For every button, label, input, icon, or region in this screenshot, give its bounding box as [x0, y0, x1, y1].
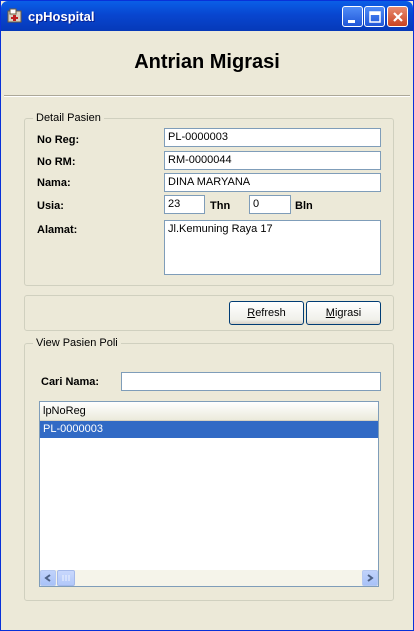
nama-label: Nama: — [37, 177, 71, 189]
view-pasien-legend: View Pasien Poli — [33, 337, 121, 349]
scroll-right-button[interactable] — [362, 570, 378, 586]
list-item[interactable]: PL-0000003 — [40, 421, 378, 438]
page-title: Antrian Migrasi — [134, 51, 280, 73]
minimize-button[interactable] — [342, 6, 363, 27]
close-icon — [393, 12, 403, 22]
header-panel: Antrian Migrasi — [4, 31, 410, 96]
nama-field[interactable]: DINA MARYANA — [164, 173, 381, 192]
alamat-label: Alamat: — [37, 224, 78, 236]
cari-nama-label: Cari Nama: — [41, 376, 100, 388]
grip-icon — [62, 575, 70, 581]
scroll-left-button[interactable] — [40, 570, 56, 586]
column-header-label: lpNoReg — [43, 405, 86, 417]
chevron-left-icon — [44, 574, 51, 582]
no-rm-field[interactable]: RM-0000044 — [164, 151, 381, 170]
migrasi-accel: M — [325, 307, 335, 319]
scroll-thumb[interactable] — [57, 570, 75, 586]
hospital-app-icon[interactable] — [7, 8, 23, 24]
usia-label: Usia: — [37, 200, 64, 212]
column-header-lpnoreg[interactable]: lpNoReg — [40, 402, 378, 422]
list-item-cell: PL-0000003 — [43, 423, 103, 435]
migrasi-label: igrasi — [334, 307, 362, 319]
minimize-icon — [348, 20, 355, 23]
maximize-icon — [369, 11, 381, 23]
maximize-button[interactable] — [364, 6, 385, 27]
refresh-button[interactable]: Refresh — [229, 301, 304, 325]
header-divider — [4, 96, 410, 97]
no-reg-field[interactable]: PL-0000003 — [164, 128, 381, 147]
detail-pasien-legend: Detail Pasien — [33, 112, 104, 124]
migrasi-button[interactable]: Migrasi — [306, 301, 381, 325]
title-bar[interactable]: cpHospital — [1, 1, 413, 31]
alamat-field[interactable]: Jl.Kemuning Raya 17 — [164, 220, 381, 275]
close-button[interactable] — [387, 6, 408, 27]
horizontal-scrollbar[interactable] — [40, 570, 378, 586]
refresh-accel: R — [247, 307, 256, 319]
bln-label: Bln — [295, 200, 313, 212]
no-reg-label: No Reg: — [37, 134, 80, 146]
chevron-right-icon — [367, 574, 374, 582]
window-title: cpHospital — [28, 9, 95, 24]
no-rm-label: No RM: — [37, 156, 76, 168]
refresh-label: efresh — [255, 307, 286, 319]
usia-thn-field[interactable]: 23 — [164, 195, 205, 214]
usia-bln-field[interactable]: 0 — [249, 195, 291, 214]
cari-nama-input[interactable] — [121, 372, 381, 391]
app-window: cpHospital Antrian Migrasi Detail Pasien… — [0, 0, 414, 631]
thn-label: Thn — [210, 200, 231, 212]
pasien-listview[interactable]: lpNoReg PL-0000003 — [39, 401, 379, 587]
